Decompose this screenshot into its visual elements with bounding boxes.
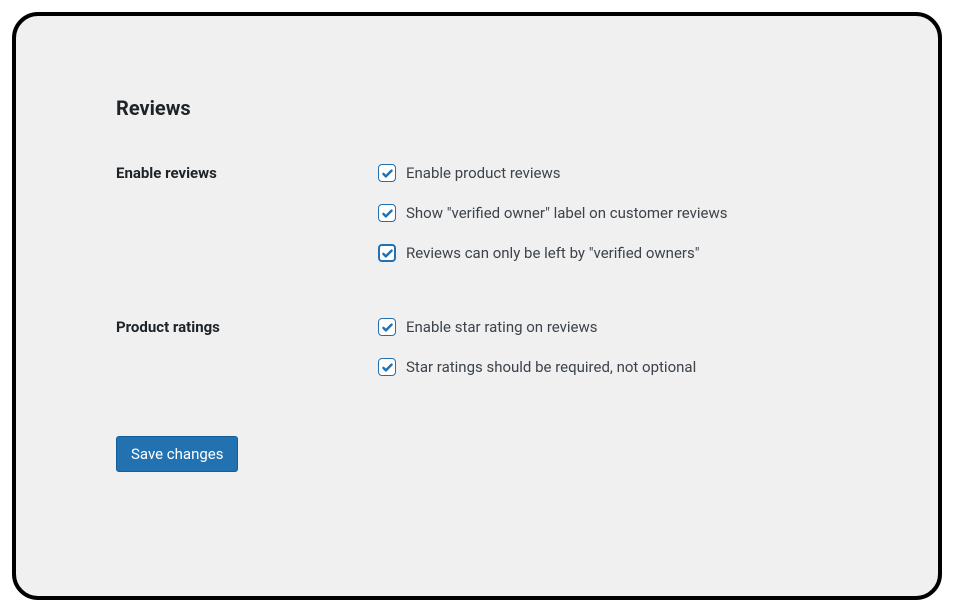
row-label-enable-reviews: Enable reviews (116, 164, 378, 182)
checkbox-show-verified-owner-label[interactable] (378, 204, 396, 222)
checkbox-label-star-rating-required[interactable]: Star ratings should be required, not opt… (406, 358, 696, 376)
check-icon (381, 247, 394, 260)
check-icon (381, 167, 394, 180)
check-icon (381, 207, 394, 220)
checkbox-enable-star-rating[interactable] (378, 318, 396, 336)
option-enable-product-reviews: Enable product reviews (378, 164, 728, 182)
row-enable-reviews: Enable reviews Enable product reviews Sh… (116, 164, 838, 262)
checkbox-reviews-verified-owners-only[interactable] (378, 244, 396, 262)
option-star-rating-required: Star ratings should be required, not opt… (378, 358, 696, 376)
option-enable-star-rating: Enable star rating on reviews (378, 318, 696, 336)
checkbox-label-show-verified-owner-label[interactable]: Show "verified owner" label on customer … (406, 204, 728, 222)
save-changes-button[interactable]: Save changes (116, 436, 238, 472)
checkbox-enable-product-reviews[interactable] (378, 164, 396, 182)
section-heading-reviews: Reviews (116, 96, 838, 120)
checkbox-label-reviews-verified-owners-only[interactable]: Reviews can only be left by "verified ow… (406, 244, 700, 262)
settings-panel: Reviews Enable reviews Enable product re… (12, 12, 942, 600)
row-label-product-ratings: Product ratings (116, 318, 378, 336)
checkbox-label-enable-star-rating[interactable]: Enable star rating on reviews (406, 318, 598, 336)
option-reviews-verified-owners-only: Reviews can only be left by "verified ow… (378, 244, 728, 262)
row-controls-product-ratings: Enable star rating on reviews Star ratin… (378, 318, 696, 376)
row-controls-enable-reviews: Enable product reviews Show "verified ow… (378, 164, 728, 262)
row-product-ratings: Product ratings Enable star rating on re… (116, 318, 838, 376)
check-icon (381, 361, 394, 374)
check-icon (381, 321, 394, 334)
option-show-verified-owner-label: Show "verified owner" label on customer … (378, 204, 728, 222)
checkbox-star-rating-required[interactable] (378, 358, 396, 376)
checkbox-label-enable-product-reviews[interactable]: Enable product reviews (406, 164, 561, 182)
